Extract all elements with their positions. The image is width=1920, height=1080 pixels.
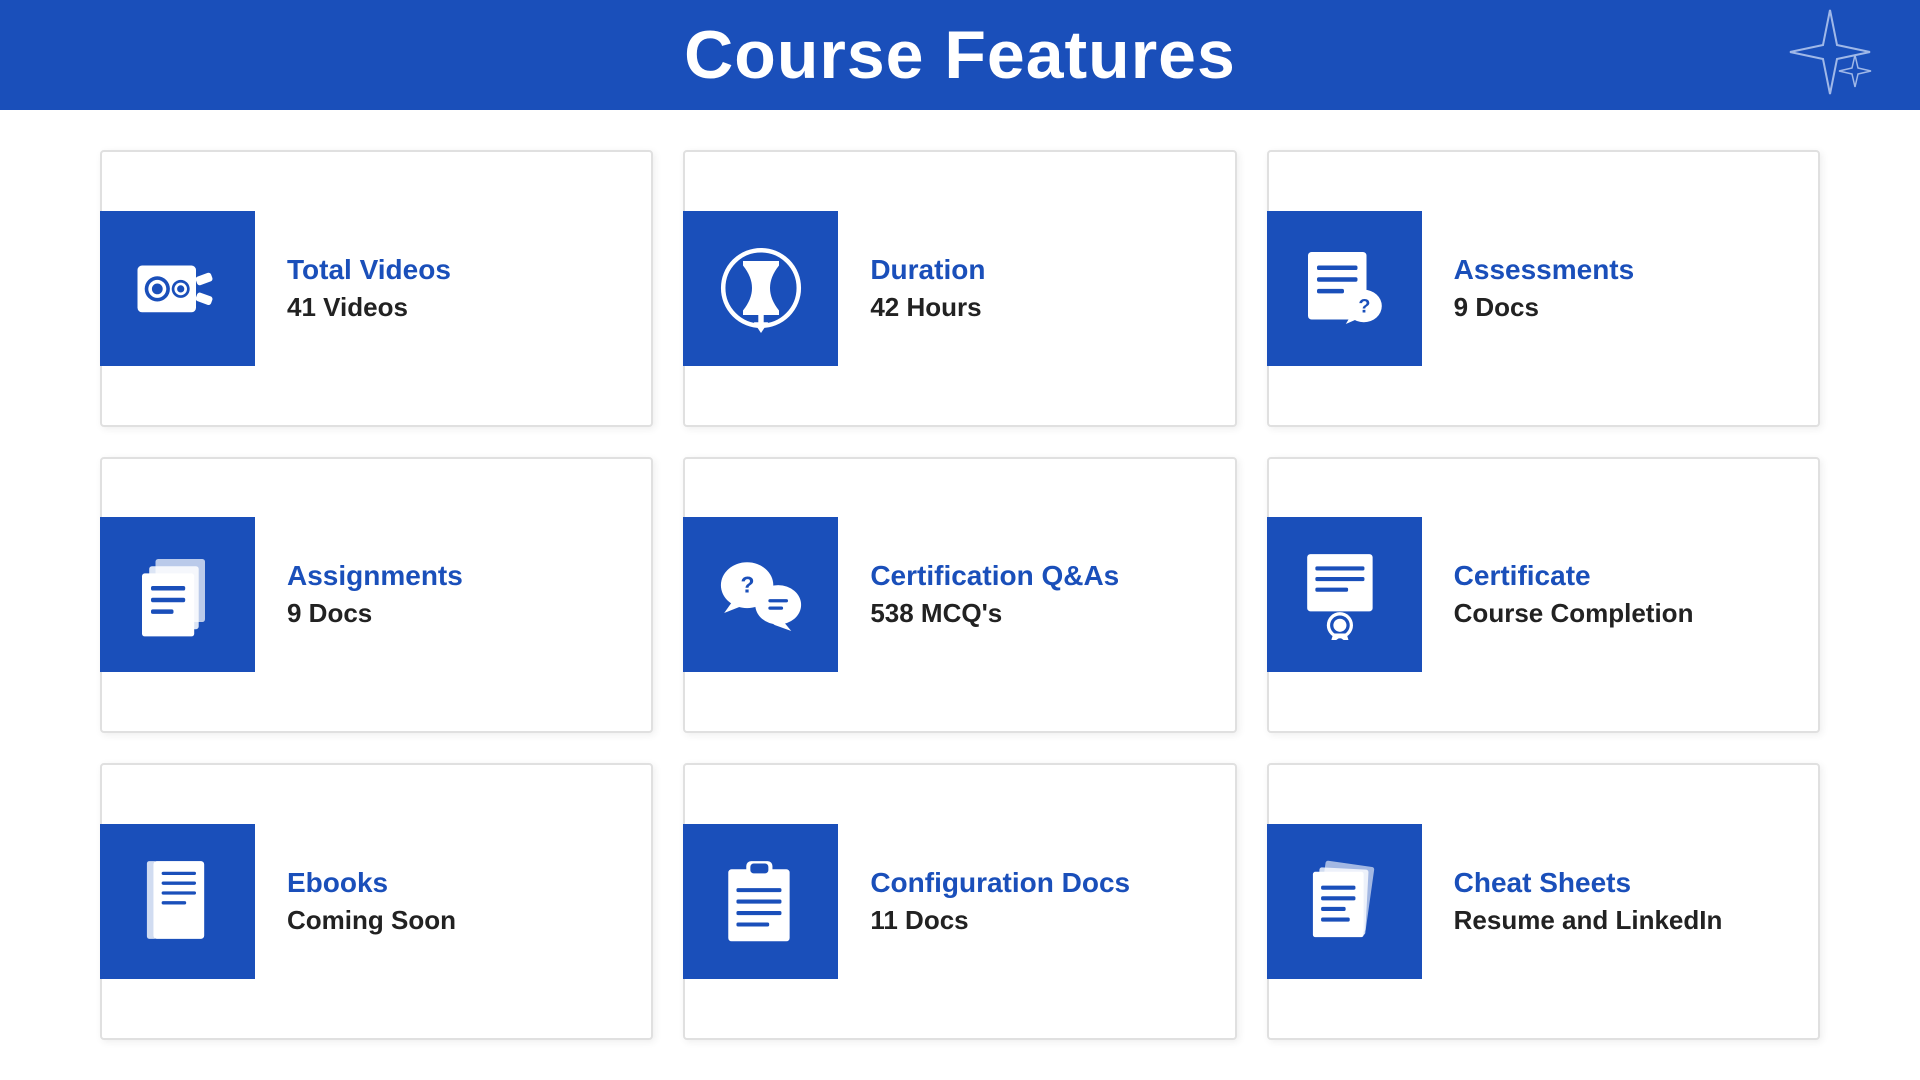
total-videos-label: Total Videos	[287, 254, 451, 286]
assessments-value: 9 Docs	[1454, 292, 1635, 323]
certification-qas-text: Certification Q&As 538 MCQ's	[870, 560, 1119, 629]
assessments-text: Assessments 9 Docs	[1454, 254, 1635, 323]
feature-card-assessments: ? Assessments 9 Docs	[1267, 150, 1820, 427]
document-icon	[100, 517, 255, 672]
certification-qas-label: Certification Q&As	[870, 560, 1119, 592]
configuration-docs-value: 11 Docs	[870, 905, 1130, 936]
feature-card-certification-qas: ? Certification Q&As 538 MCQ's	[683, 457, 1236, 734]
assessments-label: Assessments	[1454, 254, 1635, 286]
feature-card-total-videos: Total Videos 41 Videos	[100, 150, 653, 427]
video-camera-icon	[100, 211, 255, 366]
configuration-docs-label: Configuration Docs	[870, 867, 1130, 899]
papers-icon	[1267, 824, 1422, 979]
feature-card-duration: Duration 42 Hours	[683, 150, 1236, 427]
cheat-sheets-label: Cheat Sheets	[1454, 867, 1723, 899]
feature-card-certificate: Certificate Course Completion	[1267, 457, 1820, 734]
ebooks-value: Coming Soon	[287, 905, 456, 936]
duration-value: 42 Hours	[870, 292, 985, 323]
feature-card-configuration-docs: Configuration Docs 11 Docs	[683, 763, 1236, 1040]
certificate-label: Certificate	[1454, 560, 1694, 592]
header: Course Features	[0, 0, 1920, 110]
duration-label: Duration	[870, 254, 985, 286]
clipboard-icon	[683, 824, 838, 979]
feature-card-assignments: Assignments 9 Docs	[100, 457, 653, 734]
assessment-icon: ?	[1267, 211, 1422, 366]
header-title: Course Features	[684, 16, 1236, 94]
total-videos-value: 41 Videos	[287, 292, 451, 323]
ebooks-label: Ebooks	[287, 867, 456, 899]
certificate-text: Certificate Course Completion	[1454, 560, 1694, 629]
total-videos-text: Total Videos 41 Videos	[287, 254, 451, 323]
chat-question-icon: ?	[683, 517, 838, 672]
cheat-sheets-text: Cheat Sheets Resume and LinkedIn	[1454, 867, 1723, 936]
cheat-sheets-value: Resume and LinkedIn	[1454, 905, 1723, 936]
certificate-value: Course Completion	[1454, 598, 1694, 629]
assignments-text: Assignments 9 Docs	[287, 560, 463, 629]
configuration-docs-text: Configuration Docs 11 Docs	[870, 867, 1130, 936]
svg-text:?: ?	[1359, 296, 1371, 318]
feature-card-cheat-sheets: Cheat Sheets Resume and LinkedIn	[1267, 763, 1820, 1040]
ebooks-text: Ebooks Coming Soon	[287, 867, 456, 936]
hourglass-icon	[683, 211, 838, 366]
certificate-icon	[1267, 517, 1422, 672]
book-icon	[100, 824, 255, 979]
assignments-value: 9 Docs	[287, 598, 463, 629]
svg-text:?: ?	[740, 572, 754, 598]
feature-card-ebooks: Ebooks Coming Soon	[100, 763, 653, 1040]
assignments-label: Assignments	[287, 560, 463, 592]
main-content: Total Videos 41 Videos Duration 42 Hours	[0, 110, 1920, 1080]
certification-qas-value: 538 MCQ's	[870, 598, 1119, 629]
duration-text: Duration 42 Hours	[870, 254, 985, 323]
sparkle-decoration	[1700, 0, 1880, 110]
